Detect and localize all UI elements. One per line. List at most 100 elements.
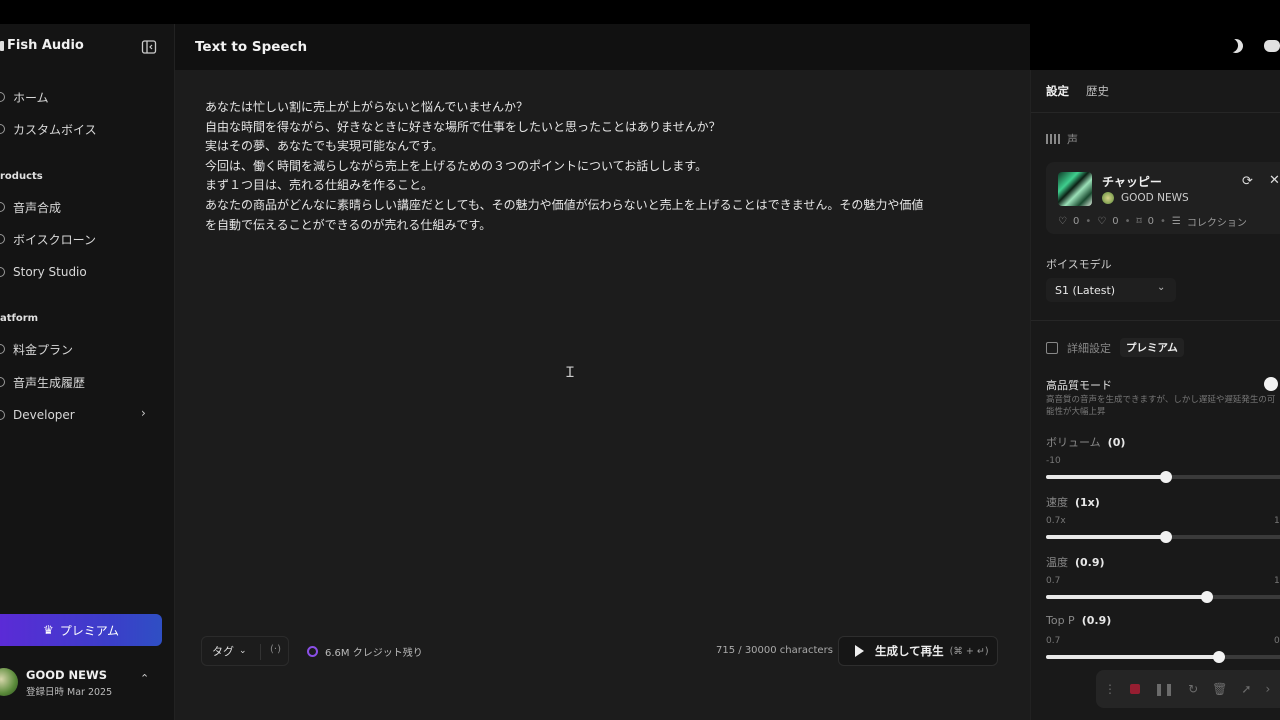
editor-line: 自由な時間を得ながら、好きなときに好きな場所で仕事をしたいと思ったことはありませ… bbox=[205, 119, 721, 134]
sidebar-item-label: ホーム bbox=[13, 90, 49, 105]
top-p-max: 0. bbox=[1274, 636, 1280, 646]
crown-icon: ♛ bbox=[43, 623, 54, 637]
sidebar-item-home[interactable]: ホーム bbox=[0, 87, 49, 107]
author-avatar bbox=[1102, 192, 1114, 204]
sidebar-item-tts[interactable]: 音声合成 bbox=[0, 197, 61, 217]
sidebar: Fish Audio ホーム カスタムボイス roducts 音声合成 ボイスク… bbox=[0, 24, 175, 720]
volume-slider[interactable] bbox=[1046, 471, 1280, 483]
sidebar-item-history[interactable]: 音声生成履歴 bbox=[0, 372, 85, 392]
speed-slider[interactable] bbox=[1046, 531, 1280, 543]
tag-dropdown[interactable]: タグ ⌄ (·) bbox=[201, 636, 289, 666]
temperature-min: 0.7 bbox=[1046, 576, 1061, 586]
premium-button[interactable]: ♛ プレミアム bbox=[0, 614, 162, 646]
chevron-right-icon[interactable]: › bbox=[1265, 682, 1270, 696]
model-select[interactable]: S1 (Latest) ⌄ bbox=[1046, 278, 1176, 302]
slider-fill bbox=[1046, 535, 1166, 539]
voice-card[interactable]: チャッピー GOOD NEWS ⟳ ✕ ♡ 0 • ♡ 0 • ⌑ 0 • ☰ コレクシ… bbox=[1046, 162, 1280, 234]
slider-fill bbox=[1046, 595, 1207, 599]
editor-line: あなたの商品がどんなに素晴らしい講座だとしても、その魅力や価値が伝わらないと売上… bbox=[205, 197, 924, 212]
hq-mode-label: 高品質モード bbox=[1046, 379, 1112, 392]
trash-icon[interactable]: 🗑 bbox=[1212, 682, 1227, 696]
editor-line: 今回は、働く時間を減らしながら売上を上げるための３つのポイントについてお話ししま… bbox=[205, 158, 708, 173]
editor-line: を自動で伝えることができるのが売れる仕組みです。 bbox=[205, 217, 492, 232]
voice-author-name: GOOD NEWS bbox=[1121, 192, 1189, 204]
page-title: Text to Speech bbox=[195, 39, 308, 55]
heart-count: 0 bbox=[1112, 216, 1119, 227]
editor-line: あなたは忙しい割に売上が上がらないと悩んでいませんか？ bbox=[205, 100, 529, 114]
main-header: Text to Speech bbox=[175, 24, 1030, 70]
settings-icon bbox=[1046, 341, 1058, 354]
drag-handle-icon[interactable]: ⋮ bbox=[1104, 682, 1116, 696]
discord-icon[interactable] bbox=[1264, 40, 1280, 52]
voice-stats: ♡ 0 • ♡ 0 • ⌑ 0 • ☰ コレクション bbox=[1058, 214, 1247, 229]
developer-icon bbox=[0, 410, 5, 420]
section-products: roducts bbox=[0, 171, 43, 182]
tab-history[interactable]: 歴史 bbox=[1086, 83, 1109, 99]
slider-fill bbox=[1046, 655, 1219, 659]
credit-ring-icon bbox=[307, 646, 318, 657]
like-icon[interactable]: ♡ bbox=[1058, 216, 1067, 227]
collection-icon: ☰ bbox=[1171, 216, 1181, 227]
volume-min: -10 bbox=[1046, 456, 1061, 466]
bookmark-icon[interactable]: ⌑ bbox=[1137, 216, 1142, 227]
editor-line: 実はその夢、あなたでも実現可能なんです。 bbox=[205, 139, 444, 154]
fish-logo-icon bbox=[0, 40, 4, 51]
sidebar-item-label: ボイスクローン bbox=[13, 232, 97, 247]
main-area: Text to Speech あなたは忙しい割に売上が上がらないと悩んでいません… bbox=[175, 24, 1030, 720]
pointer-icon[interactable]: ➚ bbox=[1241, 682, 1251, 696]
brand[interactable]: Fish Audio bbox=[0, 38, 84, 53]
heart-icon[interactable]: ♡ bbox=[1097, 216, 1106, 227]
user-name: GOOD NEWS bbox=[26, 668, 107, 682]
pause-tag-button[interactable]: (·) bbox=[270, 644, 281, 655]
divider bbox=[260, 644, 261, 660]
user-card[interactable]: GOOD NEWS 登録日時 Mar 2025 ⌃ bbox=[0, 666, 175, 700]
sidebar-item-pricing[interactable]: 料金プラン bbox=[0, 339, 73, 359]
top-p-min: 0.7 bbox=[1046, 636, 1061, 646]
sidebar-item-developer[interactable]: Developer bbox=[0, 405, 75, 425]
top-black-bar bbox=[0, 0, 1280, 24]
generate-play-button[interactable]: 生成して再生 (⌘ + ↵) bbox=[838, 636, 998, 666]
chevron-right-icon[interactable]: › bbox=[141, 406, 146, 420]
user-date: 登録日時 Mar 2025 bbox=[26, 687, 113, 698]
sidebar-item-label: 音声生成履歴 bbox=[13, 375, 86, 390]
text-editor[interactable]: あなたは忙しい割に売上が上がらないと悩んでいませんか？ 自由な時間を得ながら、好… bbox=[205, 98, 995, 235]
sidebar-item-voice-clone[interactable]: ボイスクローン bbox=[0, 229, 96, 249]
brand-name: Fish Audio bbox=[7, 38, 84, 53]
close-icon[interactable]: ✕ bbox=[1269, 173, 1280, 188]
restart-icon[interactable]: ↻ bbox=[1188, 682, 1198, 696]
chevron-up-icon[interactable]: ⌃ bbox=[140, 672, 149, 685]
sidebar-item-label: Developer bbox=[13, 408, 75, 422]
credits-text: 6.6M クレジット残り bbox=[325, 648, 423, 659]
text-cursor-icon: Ｉ bbox=[563, 365, 577, 381]
voice-section-label: 声 bbox=[1067, 133, 1078, 146]
voice-name: チャッピー bbox=[1102, 175, 1162, 189]
panel-tabs: 設定 歴史 bbox=[1046, 83, 1109, 99]
top-p-slider[interactable] bbox=[1046, 651, 1280, 663]
speed-min: 0.7x bbox=[1046, 516, 1066, 526]
collection-label[interactable]: コレクション bbox=[1187, 214, 1247, 229]
refresh-icon[interactable]: ⟳ bbox=[1242, 174, 1253, 189]
advanced-settings-header[interactable]: 詳細設定 プレミアム bbox=[1046, 338, 1184, 357]
dark-mode-icon[interactable] bbox=[1226, 36, 1245, 55]
sidebar-item-story-studio[interactable]: Story Studio bbox=[0, 262, 87, 282]
sidebar-collapse-icon[interactable] bbox=[141, 39, 157, 55]
sidebar-item-custom-voice[interactable]: カスタムボイス bbox=[0, 119, 97, 139]
temperature-max: 1 bbox=[1274, 576, 1280, 586]
credits-indicator: 6.6M クレジット残り bbox=[307, 644, 423, 659]
stop-record-icon[interactable] bbox=[1130, 684, 1140, 694]
hq-mode-toggle[interactable] bbox=[1264, 377, 1278, 391]
premium-label: プレミアム bbox=[59, 623, 119, 638]
slider-knob[interactable] bbox=[1160, 471, 1172, 483]
temperature-slider[interactable] bbox=[1046, 591, 1280, 603]
slider-knob[interactable] bbox=[1212, 651, 1225, 663]
sidebar-item-label: カスタムボイス bbox=[13, 122, 97, 137]
tag-label: タグ bbox=[212, 645, 234, 658]
tab-settings[interactable]: 設定 bbox=[1046, 83, 1069, 99]
voice-thumbnail bbox=[1058, 172, 1092, 206]
pause-icon[interactable]: ❚❚ bbox=[1154, 682, 1174, 696]
separator: • bbox=[1160, 216, 1166, 227]
slider-knob[interactable] bbox=[1160, 531, 1172, 543]
slider-knob[interactable] bbox=[1200, 591, 1213, 603]
pricing-icon bbox=[0, 344, 5, 354]
chevron-down-icon: ⌄ bbox=[1157, 282, 1166, 293]
